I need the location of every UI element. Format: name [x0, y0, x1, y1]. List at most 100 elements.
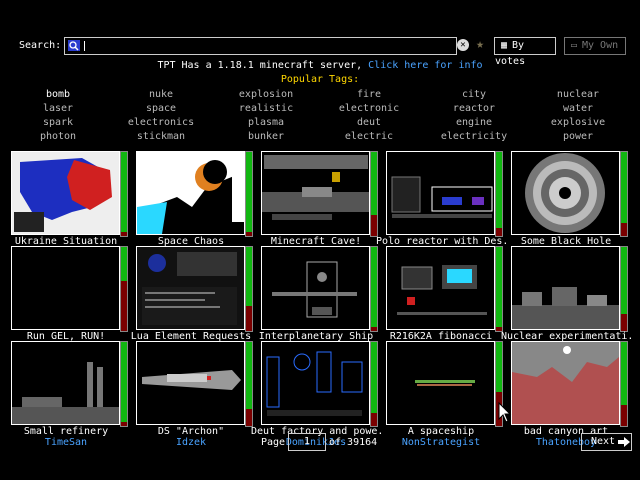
save-thumbnail[interactable]	[11, 341, 120, 425]
vote-bar	[620, 151, 628, 237]
upvote-fill	[246, 247, 252, 306]
tag-link[interactable]: space	[111, 102, 211, 116]
arrow-right-icon	[618, 437, 630, 447]
my-own-label: My Own	[582, 40, 619, 51]
page-number-input[interactable]: 1	[288, 433, 326, 451]
downvote-fill	[621, 405, 627, 426]
save-thumbnail[interactable]	[136, 151, 245, 235]
favorites-button[interactable]: ★	[473, 38, 487, 52]
downvote-fill	[371, 413, 377, 426]
upvote-fill	[371, 247, 377, 327]
vote-bar	[120, 246, 128, 332]
tag-link[interactable]: explosive	[528, 116, 628, 130]
save-thumbnail[interactable]	[511, 246, 620, 330]
next-page-button[interactable]: Next	[581, 433, 632, 451]
tag-link[interactable]: engine	[424, 116, 524, 130]
tag-link[interactable]: stickman	[111, 130, 211, 144]
save-author[interactable]: Idzek	[126, 437, 256, 448]
search-label: Search:	[19, 40, 62, 51]
downvote-fill	[496, 228, 502, 236]
tag-link[interactable]: electricity	[424, 130, 524, 144]
tag-link[interactable]: nuclear	[528, 88, 628, 102]
save-card[interactable]: Interplanetary Shipminecraft-physics	[259, 246, 378, 353]
save-card[interactable]: Some Black HoleSamDwich	[511, 151, 628, 258]
tag-link[interactable]: electric	[319, 130, 419, 144]
tag-link[interactable]: nuke	[111, 88, 211, 102]
save-thumbnail[interactable]	[261, 151, 370, 235]
tag-link[interactable]: deut	[319, 116, 419, 130]
save-thumbnail[interactable]	[386, 246, 495, 330]
tag-link[interactable]: plasma	[216, 116, 316, 130]
search-icon	[68, 40, 80, 51]
downvote-fill	[621, 223, 627, 236]
clear-search-button[interactable]: ✕	[457, 39, 469, 51]
tag-link[interactable]: photon	[8, 130, 108, 144]
save-card[interactable]: A spaceship NonStrategist	[386, 341, 503, 448]
tag-link[interactable]: explosion	[216, 88, 316, 102]
upvote-fill	[121, 152, 127, 232]
page-label: Page	[261, 437, 286, 448]
upvote-fill	[621, 247, 627, 314]
sort-by-votes-button[interactable]: ▦ By votes	[494, 37, 556, 67]
server-info-link[interactable]: Click here for info	[368, 60, 482, 71]
save-card[interactable]: Ukraine SituationTeneiger10	[11, 151, 128, 258]
save-thumbnail[interactable]	[511, 341, 620, 425]
mouse-pointer-icon	[498, 402, 512, 423]
save-card[interactable]: Lua Element RequestsRebMiami	[131, 246, 253, 353]
page-total: of 39164	[329, 437, 378, 448]
save-thumbnail[interactable]	[386, 151, 495, 235]
search-input[interactable]	[83, 38, 443, 54]
save-card[interactable]: Space Chaos-EVA01-	[136, 151, 253, 258]
save-author[interactable]: NonStrategist	[376, 437, 506, 448]
tag-link[interactable]: realistic	[216, 102, 316, 116]
save-card[interactable]: Run GEL, RUN!SEMENENKO	[11, 246, 128, 353]
vote-bar	[245, 151, 253, 237]
downvote-fill	[621, 314, 627, 331]
upvote-fill	[621, 342, 627, 405]
tag-link[interactable]: reactor	[424, 102, 524, 116]
save-thumbnail[interactable]	[511, 151, 620, 235]
save-card[interactable]: Nuclear experimentati...Devarite	[501, 246, 631, 353]
vote-bar	[120, 341, 128, 427]
search-field[interactable]	[64, 37, 457, 55]
save-card[interactable]: DS "Archon" Idzek	[136, 341, 253, 448]
downvote-fill	[371, 215, 377, 236]
save-thumbnail[interactable]	[386, 341, 495, 425]
save-title: A spaceship	[407, 426, 475, 437]
folder-icon: ▭	[570, 40, 578, 51]
tag-link[interactable]: laser	[8, 102, 108, 116]
save-card[interactable]: Polo reactor with Des...Nuclear1449	[376, 151, 506, 258]
save-card[interactable]: R216K2A fibonacciSansTheComic	[386, 246, 503, 353]
vote-bar	[495, 151, 503, 237]
downvote-fill	[246, 409, 252, 426]
vote-bar	[620, 246, 628, 332]
vote-bar	[370, 151, 378, 237]
save-thumbnail[interactable]	[11, 246, 120, 330]
vote-bar	[120, 151, 128, 237]
my-own-button[interactable]: ▭ My Own	[564, 37, 626, 55]
vote-sort-icon: ▦	[500, 40, 508, 51]
tag-link[interactable]: power	[528, 130, 628, 144]
save-thumbnail[interactable]	[136, 341, 245, 425]
tag-link[interactable]: water	[528, 102, 628, 116]
save-title: Small refinery	[23, 426, 109, 437]
save-card[interactable]: bad canyon art Thatoneboy	[511, 341, 628, 448]
tag-link[interactable]: electronics	[111, 116, 211, 130]
save-card[interactable]: Deut factory and powe...DominikJes	[251, 341, 381, 448]
save-thumbnail[interactable]	[136, 246, 245, 330]
tag-link[interactable]: bunker	[216, 130, 316, 144]
tag-link[interactable]: bomb	[8, 88, 108, 102]
save-card[interactable]: Small refinery TimeSan	[11, 341, 128, 448]
save-thumbnail[interactable]	[261, 246, 370, 330]
tag-link[interactable]: spark	[8, 116, 108, 130]
next-label: Next	[591, 436, 616, 447]
save-author[interactable]: TimeSan	[1, 437, 131, 448]
upvote-fill	[496, 342, 502, 392]
tag-link[interactable]: fire	[319, 88, 419, 102]
save-thumbnail[interactable]	[11, 151, 120, 235]
save-thumbnail[interactable]	[261, 341, 370, 425]
tag-link[interactable]: electronic	[319, 102, 419, 116]
tag-link[interactable]: city	[424, 88, 524, 102]
vote-bar	[245, 246, 253, 332]
save-card[interactable]: Minecraft Cave!Oplong	[261, 151, 378, 258]
